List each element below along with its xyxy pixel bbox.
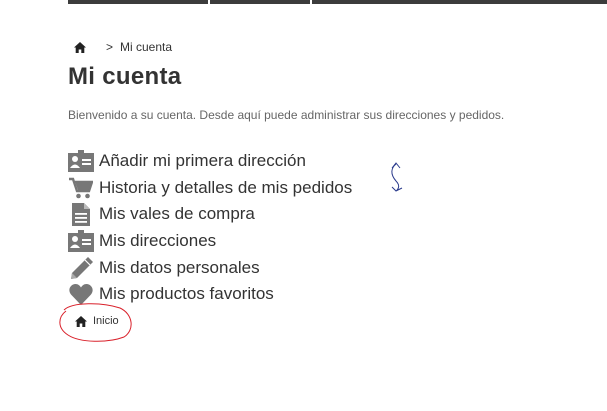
breadcrumb: > Mi cuenta bbox=[74, 40, 172, 54]
favorite-products-link[interactable]: Mis productos favoritos bbox=[68, 281, 352, 308]
heart-icon bbox=[68, 282, 94, 306]
document-icon bbox=[68, 202, 94, 226]
top-nav-segment bbox=[68, 0, 208, 4]
cart-icon bbox=[68, 176, 94, 200]
account-link-label: Añadir mi primera dirección bbox=[99, 151, 306, 171]
home-icon bbox=[75, 315, 87, 327]
personal-info-link[interactable]: Mis datos personales bbox=[68, 254, 352, 281]
address-card-icon bbox=[68, 229, 94, 253]
account-link-label: Mis vales de compra bbox=[99, 204, 255, 224]
vouchers-link[interactable]: Mis vales de compra bbox=[68, 201, 352, 228]
account-link-label: Mis direcciones bbox=[99, 231, 217, 251]
order-history-link[interactable]: Historia y detalles de mis pedidos bbox=[68, 175, 352, 202]
welcome-text: Bienvenido a su cuenta. Desde aquí puede… bbox=[68, 108, 505, 122]
top-navigation-bar bbox=[68, 0, 607, 4]
home-footer-label: Inicio bbox=[93, 315, 119, 327]
account-link-label: Mis productos favoritos bbox=[99, 284, 274, 304]
address-card-icon bbox=[68, 149, 94, 173]
pencil-icon bbox=[68, 256, 94, 280]
home-icon[interactable] bbox=[74, 41, 86, 53]
account-link-label: Historia y detalles de mis pedidos bbox=[99, 177, 353, 197]
add-first-address-link[interactable]: Añadir mi primera dirección bbox=[68, 148, 352, 175]
top-nav-segment bbox=[312, 0, 607, 4]
page-title: Mi cuenta bbox=[68, 63, 182, 90]
account-link-label: Mis datos personales bbox=[99, 257, 260, 277]
breadcrumb-current: Mi cuenta bbox=[120, 40, 173, 54]
top-nav-segment bbox=[210, 0, 310, 4]
my-addresses-link[interactable]: Mis direcciones bbox=[68, 228, 352, 255]
annotation-double-arrow bbox=[391, 162, 403, 192]
home-footer-link[interactable]: Inicio bbox=[75, 315, 119, 327]
breadcrumb-separator: > bbox=[106, 40, 114, 54]
account-links-list: Añadir mi primera dirección Historia y d… bbox=[68, 148, 352, 308]
